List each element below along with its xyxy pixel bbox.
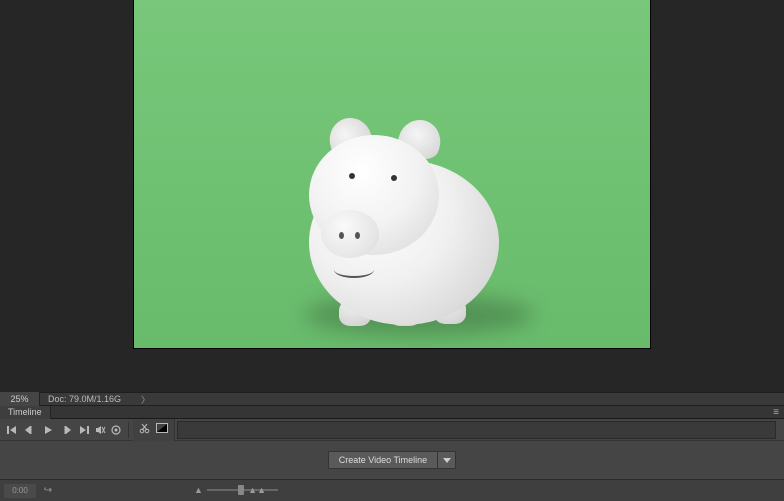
document-image[interactable] (134, 0, 650, 348)
zoom-level[interactable]: 25% (0, 392, 40, 406)
zoom-out-icon[interactable]: ▲ (194, 485, 203, 495)
track-header (133, 419, 175, 441)
convert-frames-icon[interactable]: ↪ (40, 485, 56, 496)
timeline-zoom-slider[interactable]: ▲ ▲▲ (190, 487, 270, 493)
piggy-snout (321, 210, 379, 258)
panel-menu-icon[interactable]: ≡ (768, 406, 784, 419)
timeline-body: Create Video Timeline (0, 441, 784, 479)
audio-mute-button[interactable] (92, 419, 108, 441)
next-frame-button[interactable] (60, 419, 76, 441)
settings-button[interactable] (108, 419, 124, 441)
tab-timeline[interactable]: Timeline (0, 406, 51, 419)
doc-info: Doc: 79.0M/1.16G (40, 394, 121, 404)
create-video-timeline-dropdown[interactable] (437, 452, 455, 468)
prev-frame-button[interactable] (20, 419, 36, 441)
split-clip-button[interactable] (139, 423, 150, 437)
piggy-mouth (334, 262, 374, 278)
timeline-track[interactable] (177, 421, 776, 439)
current-time-field[interactable]: 0:00 (4, 484, 36, 498)
timeline-panel-tabbar: Timeline ≡ (0, 406, 784, 419)
last-frame-button[interactable] (76, 419, 92, 441)
canvas-viewport[interactable] (0, 0, 784, 392)
create-video-timeline: Create Video Timeline (328, 451, 456, 469)
play-button[interactable] (40, 419, 56, 441)
piggy-eye (349, 173, 355, 179)
create-video-timeline-button[interactable]: Create Video Timeline (329, 452, 437, 468)
zoom-in-icon[interactable]: ▲▲ (248, 485, 266, 495)
timeline-controls (0, 419, 784, 441)
transition-button[interactable] (156, 423, 168, 436)
first-frame-button[interactable] (4, 419, 20, 441)
status-bar: 25% Doc: 79.0M/1.16G 〉 (0, 392, 784, 406)
timeline-footer: 0:00 ↪ ▲ ▲▲ (0, 479, 784, 501)
piggy-eye (391, 175, 397, 181)
doc-info-arrow-icon[interactable]: 〉 (121, 393, 150, 406)
zoom-slider-thumb[interactable] (238, 485, 244, 495)
